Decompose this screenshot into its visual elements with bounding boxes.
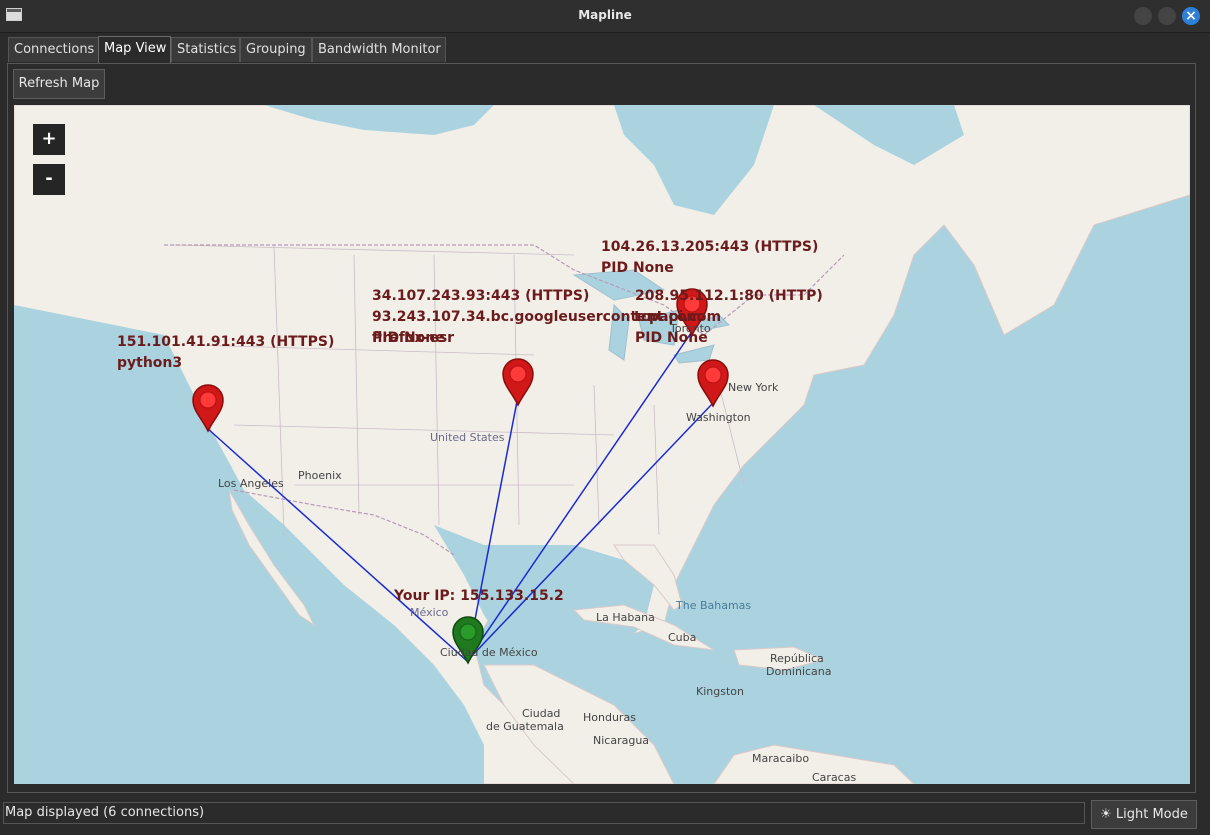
connection-popup: 151.101.41.91:443 (HTTPS) python3 bbox=[117, 334, 335, 371]
place-label: The Bahamas bbox=[676, 599, 752, 612]
connection-popup: 104.26.13.205:443 (HTTPS) PID None bbox=[601, 239, 819, 276]
place-label: Maracaibo bbox=[752, 752, 810, 765]
place-label: Honduras bbox=[583, 711, 636, 724]
marker-pin-icon[interactable] bbox=[191, 383, 225, 433]
tab-map-view[interactable]: Map View bbox=[98, 36, 171, 63]
close-button[interactable]: × bbox=[1182, 7, 1200, 25]
place-label: Kingston bbox=[696, 685, 744, 698]
place-label: La Habana bbox=[596, 611, 655, 624]
place-label: Phoenix bbox=[298, 469, 342, 482]
place-label: Dominicana bbox=[766, 665, 832, 678]
marker-pin-icon[interactable] bbox=[696, 358, 730, 408]
place-label: Caracas bbox=[812, 771, 857, 784]
map-base-layer bbox=[14, 105, 1190, 784]
refresh-map-button[interactable]: Refresh Map bbox=[13, 69, 105, 99]
tab-grouping[interactable]: Grouping bbox=[240, 37, 312, 62]
tab-connections[interactable]: Connections bbox=[8, 37, 99, 62]
place-label: New York bbox=[728, 381, 779, 394]
place-label: Washington bbox=[686, 411, 751, 424]
map-canvas[interactable]: Los Angeles Phoenix United States Toront… bbox=[14, 105, 1190, 784]
window-title: Mapline bbox=[578, 8, 632, 22]
place-label: United States bbox=[430, 431, 505, 444]
place-label: República bbox=[770, 652, 824, 665]
zoom-out-button[interactable]: - bbox=[33, 164, 65, 195]
place-label: Ciudad bbox=[522, 707, 561, 720]
zoom-in-button[interactable]: + bbox=[33, 124, 65, 155]
title-bar: Mapline × bbox=[0, 0, 1210, 33]
minimize-button[interactable] bbox=[1134, 7, 1152, 25]
tab-statistics[interactable]: Statistics bbox=[171, 37, 240, 62]
tab-bandwidth-monitor[interactable]: Bandwidth Monitor bbox=[312, 37, 446, 62]
place-label: México bbox=[410, 606, 449, 619]
connection-popup: 208.95.112.1:80 (HTTP) PID None bbox=[635, 288, 823, 346]
status-message: Map displayed (6 connections) bbox=[3, 802, 1085, 824]
place-label: Ciudad de México bbox=[440, 646, 538, 659]
close-icon: × bbox=[1185, 8, 1197, 24]
place-label: Los Angeles bbox=[218, 477, 284, 490]
local-ip-label: Your IP: 155.133.15.2 bbox=[394, 588, 564, 604]
light-mode-button[interactable]: ☀ Light Mode bbox=[1091, 800, 1197, 829]
place-label: Cuba bbox=[668, 631, 697, 644]
place-label: Nicaragua bbox=[593, 734, 650, 747]
place-label: de Guatemala bbox=[486, 720, 564, 733]
marker-pin-icon[interactable] bbox=[501, 357, 535, 407]
maximize-button[interactable] bbox=[1158, 7, 1176, 25]
